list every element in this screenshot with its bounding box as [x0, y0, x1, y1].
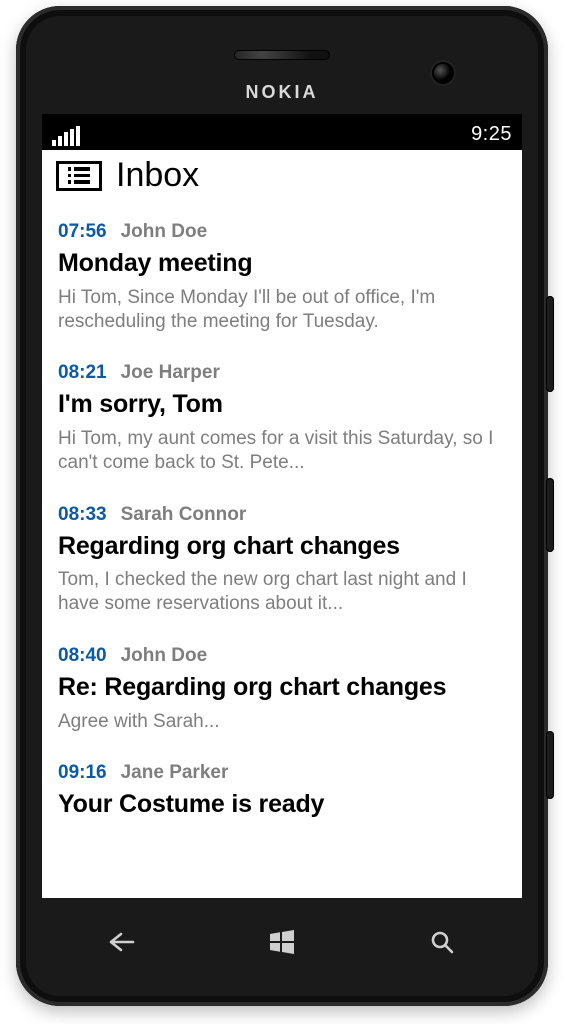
message-item[interactable]: 08:40 John Doe Re: Regarding org chart cha…: [58, 630, 506, 748]
message-sender: John Doe: [121, 646, 208, 665]
message-item[interactable]: 07:56 John Doe Monday meeting Hi Tom, Since…: [58, 206, 506, 347]
message-sender: Joe Harper: [121, 363, 220, 382]
message-meta: 08:21 Joe Harper: [58, 363, 506, 382]
system-buttons: [42, 918, 522, 966]
message-preview: Hi Tom, Since Monday I'll be out of offi…: [58, 286, 506, 334]
message-item[interactable]: 08:33 Sarah Connor Regarding org chart cha…: [58, 489, 506, 630]
app-header: Inbox: [42, 150, 522, 205]
message-item[interactable]: 08:21 Joe Harper I'm sorry, Tom Hi Tom, my …: [58, 347, 506, 488]
phone-frame: NOKIA 9:25 Inbox: [16, 6, 548, 1006]
front-camera: [434, 64, 452, 82]
search-button[interactable]: [410, 922, 474, 962]
message-sender: Jane Parker: [121, 763, 229, 782]
message-subject: Regarding org chart changes: [58, 532, 506, 561]
earpiece: [234, 50, 330, 60]
message-time: 08:21: [58, 363, 107, 382]
device-brand: NOKIA: [16, 82, 548, 103]
message-time: 08:33: [58, 505, 107, 524]
message-item[interactable]: 09:16 Jane Parker Your Costume is ready: [58, 747, 506, 841]
message-sender: John Doe: [121, 222, 208, 241]
message-meta: 08:33 Sarah Connor: [58, 505, 506, 524]
message-subject: Re: Regarding org chart changes: [58, 673, 506, 702]
message-time: 09:16: [58, 763, 107, 782]
side-button-volume: [546, 296, 554, 392]
status-bar: 9:25: [42, 114, 522, 150]
screen: 9:25 Inbox 07:56 John Doe Monday meeting Hi…: [42, 114, 522, 898]
message-preview: Agree with Sarah...: [58, 710, 506, 734]
windows-logo-icon: [268, 928, 296, 956]
message-time: 07:56: [58, 222, 107, 241]
back-arrow-icon: [107, 931, 137, 953]
message-meta: 07:56 John Doe: [58, 222, 506, 241]
message-subject: I'm sorry, Tom: [58, 390, 506, 419]
search-icon: [429, 929, 455, 955]
message-preview: Hi Tom, my aunt comes for a visit this S…: [58, 427, 506, 475]
message-meta: 09:16 Jane Parker: [58, 763, 506, 782]
start-button[interactable]: [250, 922, 314, 962]
clock: 9:25: [471, 123, 512, 146]
message-preview: Tom, I checked the new org chart last ni…: [58, 568, 506, 616]
signal-strength-icon: [52, 126, 80, 146]
message-sender: Sarah Connor: [121, 505, 247, 524]
side-button-camera: [546, 731, 554, 799]
message-subject: Your Costume is ready: [58, 790, 506, 819]
page-title: Inbox: [116, 156, 199, 195]
message-list[interactable]: 07:56 John Doe Monday meeting Hi Tom, Since…: [42, 206, 522, 898]
menu-button[interactable]: [56, 161, 102, 191]
list-icon: [68, 167, 91, 184]
message-meta: 08:40 John Doe: [58, 646, 506, 665]
side-button-power: [546, 478, 554, 552]
back-button[interactable]: [90, 922, 154, 962]
mail-app: Inbox 07:56 John Doe Monday meeting Hi Tom,…: [42, 150, 522, 898]
message-subject: Monday meeting: [58, 249, 506, 278]
message-time: 08:40: [58, 646, 107, 665]
